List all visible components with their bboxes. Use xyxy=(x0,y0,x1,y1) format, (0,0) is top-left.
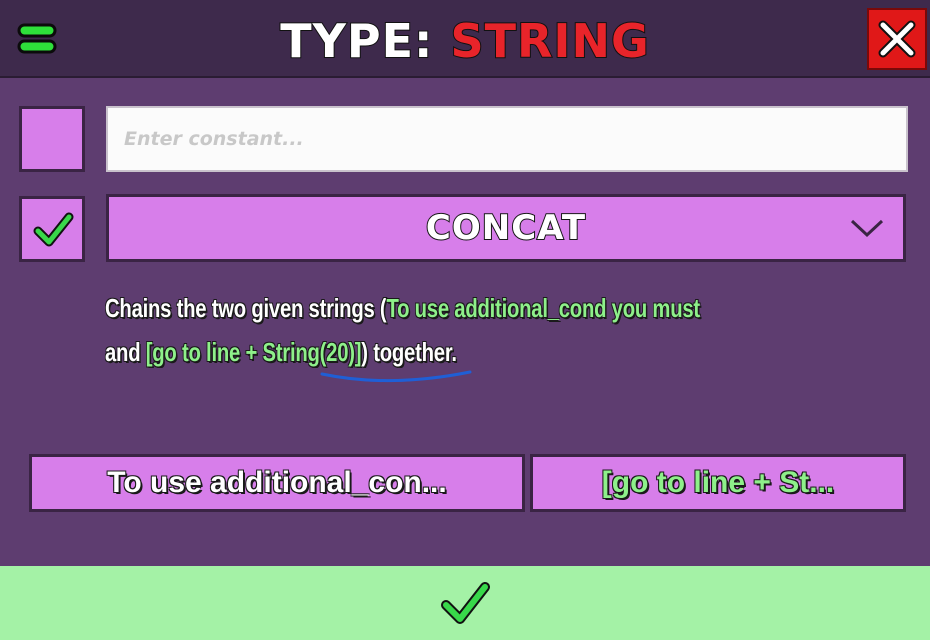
desc-arg-2a: [go to line + xyxy=(145,337,263,367)
constant-checkbox[interactable] xyxy=(19,106,85,172)
desc-text-1: Chains the two given strings ( xyxy=(105,293,387,323)
desc-arg-2b: String(20)] xyxy=(262,337,362,367)
function-checkbox[interactable] xyxy=(19,196,85,262)
close-button[interactable] xyxy=(867,8,927,70)
desc-text-2: and xyxy=(105,337,146,367)
function-description: Chains the two given strings (To use add… xyxy=(105,286,908,374)
desc-text-3: ) together. xyxy=(361,337,457,367)
argument-option-1[interactable]: To use additional_con... xyxy=(29,454,525,512)
constant-input[interactable] xyxy=(106,106,908,172)
chevron-down-icon xyxy=(850,219,884,238)
dropdown-selected-value: CONCAT xyxy=(425,207,587,249)
function-dropdown[interactable]: CONCAT xyxy=(106,194,906,262)
close-icon xyxy=(878,20,916,58)
title-type: STRING xyxy=(449,13,650,69)
check-icon xyxy=(33,212,74,247)
check-icon xyxy=(441,582,490,624)
argument-option-2[interactable]: [go to line + St... xyxy=(530,454,906,512)
page-title: TYPE: STRING xyxy=(0,12,930,70)
title-prefix: TYPE: xyxy=(279,13,451,69)
desc-arg-1: To use additional_cond you must xyxy=(386,293,700,323)
handwritten-underline xyxy=(320,370,472,382)
header-bar: TYPE: STRING xyxy=(0,0,930,78)
confirm-button[interactable] xyxy=(0,566,930,640)
